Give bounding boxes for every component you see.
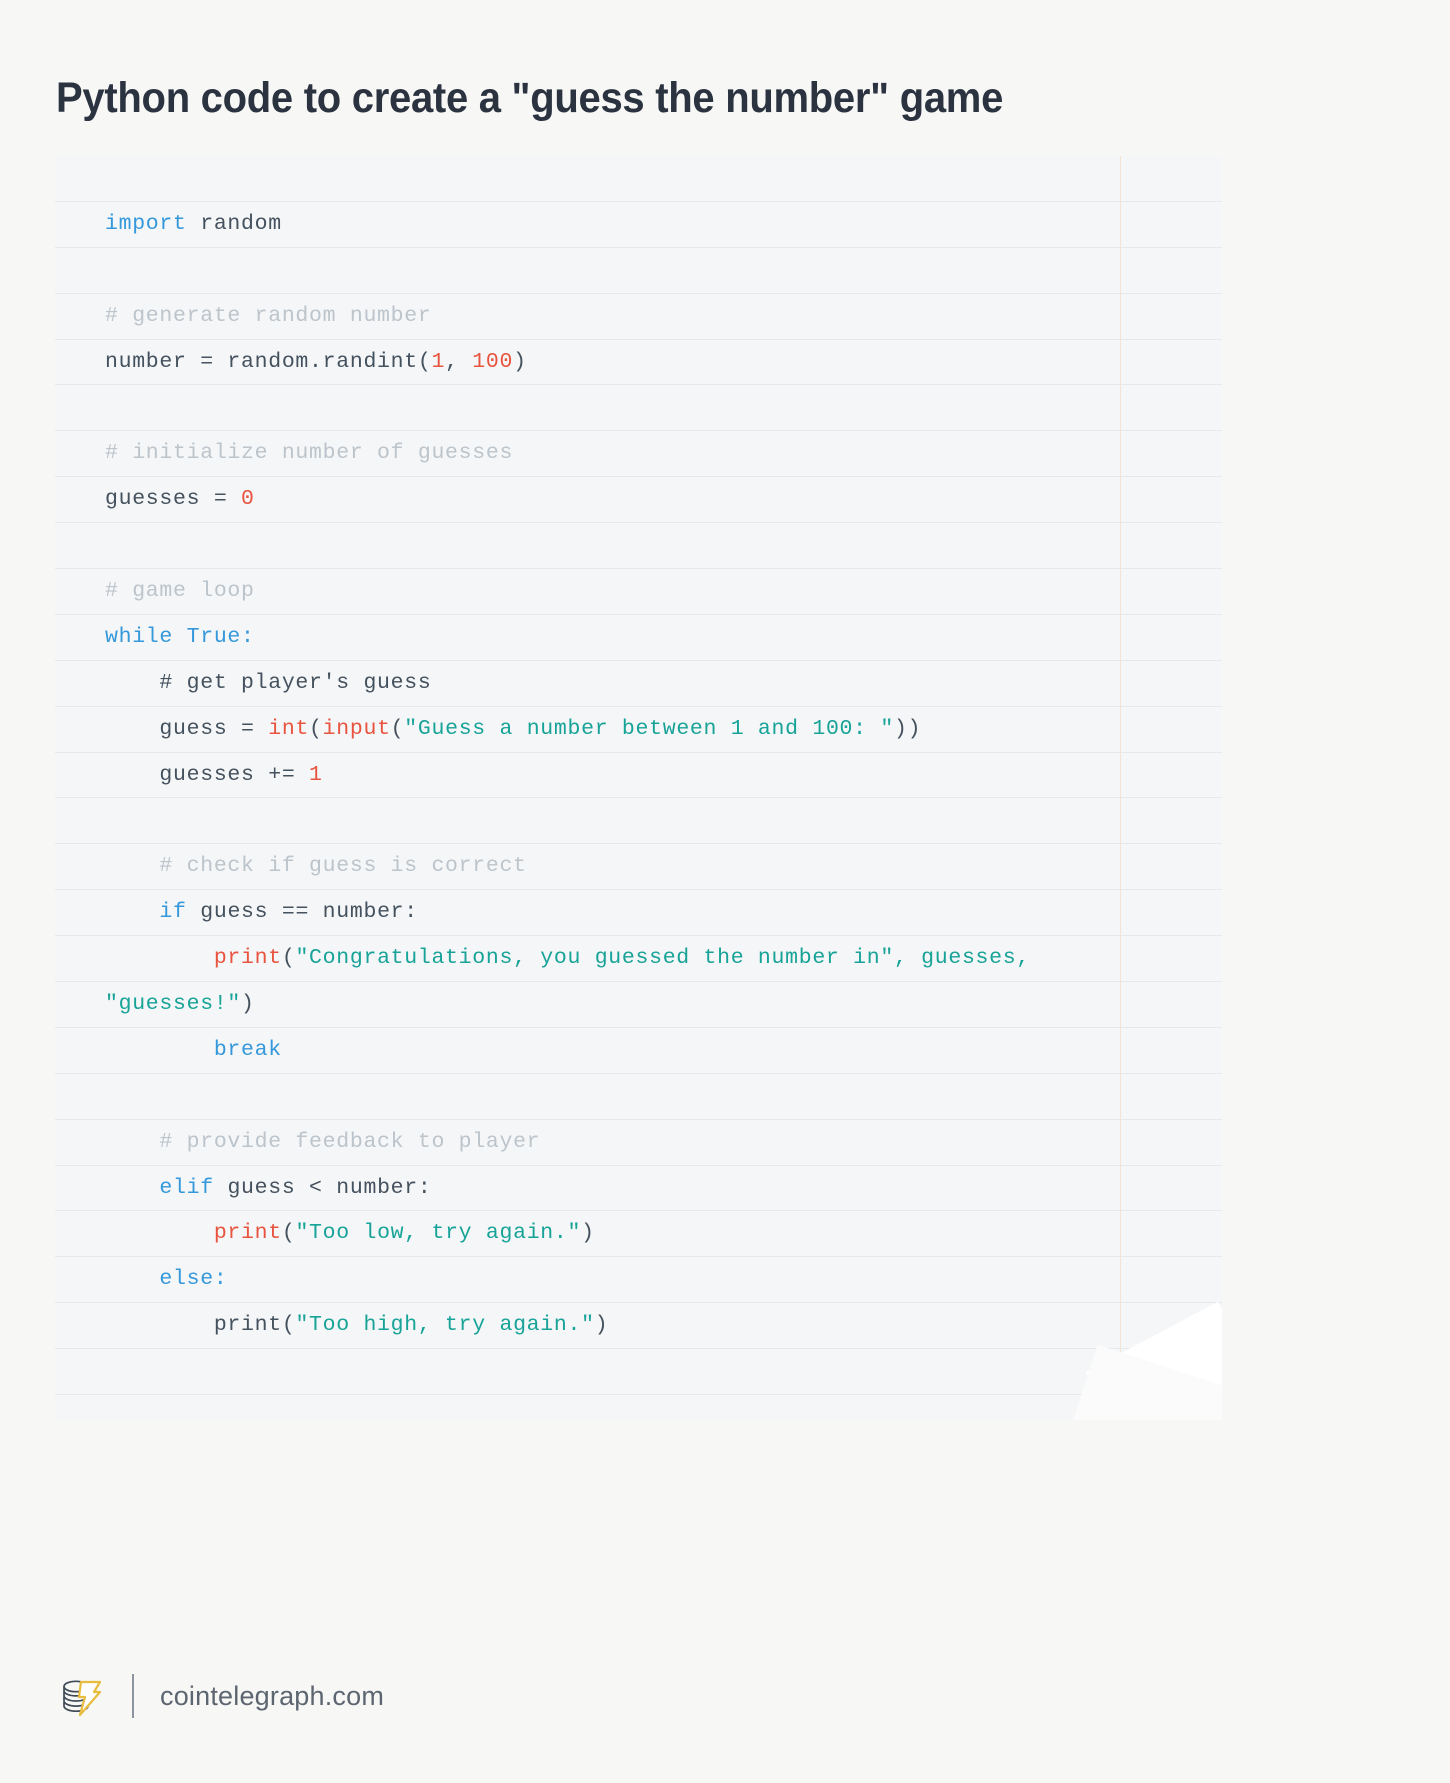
code-token: input bbox=[322, 716, 391, 741]
code-line bbox=[55, 385, 1222, 432]
code-line bbox=[55, 798, 1222, 845]
code-token: random bbox=[186, 211, 282, 236]
cointelegraph-logo-icon bbox=[56, 1670, 108, 1722]
code-line: if guess == number: bbox=[55, 890, 1222, 937]
code-token: # generate random number bbox=[105, 303, 432, 328]
code-token: ( bbox=[390, 716, 405, 741]
code-line bbox=[55, 1074, 1222, 1120]
code-token: "Too high, try again." bbox=[295, 1313, 595, 1338]
code-token: guess < number: bbox=[213, 1175, 432, 1200]
code-line: # provide feedback to player bbox=[55, 1120, 1222, 1166]
code-line: import random bbox=[55, 202, 1222, 248]
code-token: number = random.randint( bbox=[105, 349, 432, 374]
code-token: ( bbox=[309, 716, 323, 741]
code-token: True bbox=[186, 624, 242, 649]
code-token: "guesses!" bbox=[105, 992, 242, 1017]
code-line: # generate random number bbox=[55, 294, 1222, 340]
code-line: print("Too high, try again.") bbox=[55, 1303, 1222, 1350]
code-token: print bbox=[213, 1221, 282, 1246]
page-title: Python code to create a "guess the numbe… bbox=[56, 73, 1004, 122]
code-line: while True: bbox=[55, 615, 1222, 661]
code-token: ( bbox=[281, 1221, 296, 1246]
code-token: "Guess a number between 1 and 100: " bbox=[404, 716, 894, 741]
code-token: # game loop bbox=[105, 579, 255, 604]
code-line: "guesses!") bbox=[55, 982, 1222, 1028]
code-token: "Too low, try again." bbox=[295, 1221, 582, 1246]
code-line: # check if guess is correct bbox=[55, 844, 1222, 891]
code-token: ) bbox=[241, 992, 255, 1017]
code-token: while bbox=[105, 624, 174, 649]
code-token: )) bbox=[893, 716, 922, 741]
code-line: # get player's guess bbox=[55, 661, 1222, 707]
code-token: 100 bbox=[472, 349, 514, 374]
code-line bbox=[55, 523, 1222, 570]
code-gutter-rule bbox=[1120, 156, 1121, 1420]
code-line: guess = int(input("Guess a number betwee… bbox=[55, 707, 1222, 753]
code-token: 1 bbox=[431, 349, 446, 374]
code-token: else: bbox=[159, 1267, 228, 1292]
code-line bbox=[55, 1349, 1222, 1396]
code-token: guess == number: bbox=[186, 900, 418, 925]
code-token: # initialize number of guesses bbox=[105, 441, 514, 466]
code-line: guesses += 1 bbox=[55, 753, 1222, 799]
code-token: if bbox=[159, 900, 187, 925]
code-token: 1 bbox=[309, 762, 323, 787]
code-line: elif guess < number: bbox=[55, 1166, 1222, 1212]
code-token: 0 bbox=[241, 487, 255, 512]
code-block: import random # generate random number num… bbox=[55, 156, 1222, 1420]
code-token: # check if guess is correct bbox=[105, 854, 527, 879]
code-line: number = random.randint(1, 100) bbox=[55, 340, 1222, 386]
code-line: guesses = 0 bbox=[55, 477, 1222, 524]
footer: cointelegraph.com bbox=[56, 1666, 384, 1726]
footer-divider bbox=[132, 1674, 134, 1718]
code-token: # provide feedback to player bbox=[105, 1129, 541, 1154]
code-token: break bbox=[213, 1037, 282, 1062]
code-line-list: import random # generate random number num… bbox=[55, 156, 1222, 1420]
code-token: guesses = bbox=[105, 487, 242, 512]
code-line: print("Too low, try again.") bbox=[55, 1211, 1222, 1258]
code-token: : bbox=[241, 624, 255, 649]
code-token: guesses += bbox=[105, 762, 310, 787]
code-token: ( bbox=[281, 946, 296, 971]
code-token: import bbox=[105, 211, 187, 236]
code-line: else: bbox=[55, 1257, 1222, 1304]
code-token: "Congratulations, you guessed the number… bbox=[295, 946, 1030, 971]
code-token: , bbox=[445, 349, 473, 374]
code-token: # get player's guess bbox=[105, 670, 432, 695]
code-token: print bbox=[213, 946, 282, 971]
code-token: print( bbox=[105, 1313, 296, 1338]
code-token: int bbox=[268, 716, 310, 741]
code-line: # game loop bbox=[55, 569, 1222, 615]
code-token: ) bbox=[594, 1313, 609, 1338]
code-token: ) bbox=[581, 1221, 595, 1246]
site-label: cointelegraph.com bbox=[160, 1680, 385, 1711]
code-token: guess = bbox=[105, 716, 269, 741]
code-token: ) bbox=[513, 349, 527, 374]
code-line: break bbox=[55, 1028, 1222, 1074]
code-token: elif bbox=[159, 1175, 214, 1200]
code-line bbox=[55, 248, 1222, 294]
code-line: # initialize number of guesses bbox=[55, 431, 1222, 478]
code-line: print("Congratulations, you guessed the … bbox=[55, 936, 1222, 983]
code-line bbox=[55, 156, 1222, 202]
